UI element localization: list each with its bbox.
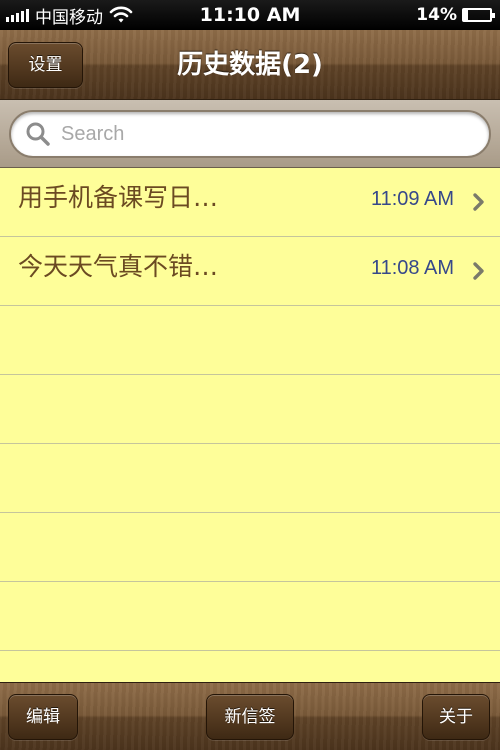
navigation-bar: 设置 历史数据(2) [0,30,500,100]
note-time: 11:08 AM [370,257,454,279]
note-time: 11:09 AM [370,188,454,210]
new-note-button[interactable]: 新信签 [206,694,294,740]
chevron-right-icon [473,262,484,280]
search-icon [26,122,50,146]
battery-fill [464,10,468,20]
battery-icon [462,8,495,22]
notes-list: 用手机备课写日… 11:09 AM 今天天气真不错… 11:08 AM [0,168,500,682]
note-title: 用手机备课写日… [18,183,219,212]
note-row[interactable]: 今天天气真不错… 11:08 AM [0,237,500,306]
status-right: 14% [416,0,495,30]
search-bar [0,100,500,168]
page-title: 历史数据(2) [177,50,323,80]
note-title: 今天天气真不错… [18,252,219,281]
battery-percent: 14% [416,5,457,25]
bottom-toolbar: 编辑 新信签 关于 [0,682,500,750]
note-row[interactable]: 用手机备课写日… 11:09 AM [0,168,500,237]
status-bar: 中国移动 11:10 AM 14% [0,0,500,30]
about-button[interactable]: 关于 [422,694,490,740]
search-input[interactable] [61,114,461,154]
chevron-right-icon [473,193,484,211]
search-field[interactable] [9,110,491,158]
edit-button[interactable]: 编辑 [8,694,78,740]
